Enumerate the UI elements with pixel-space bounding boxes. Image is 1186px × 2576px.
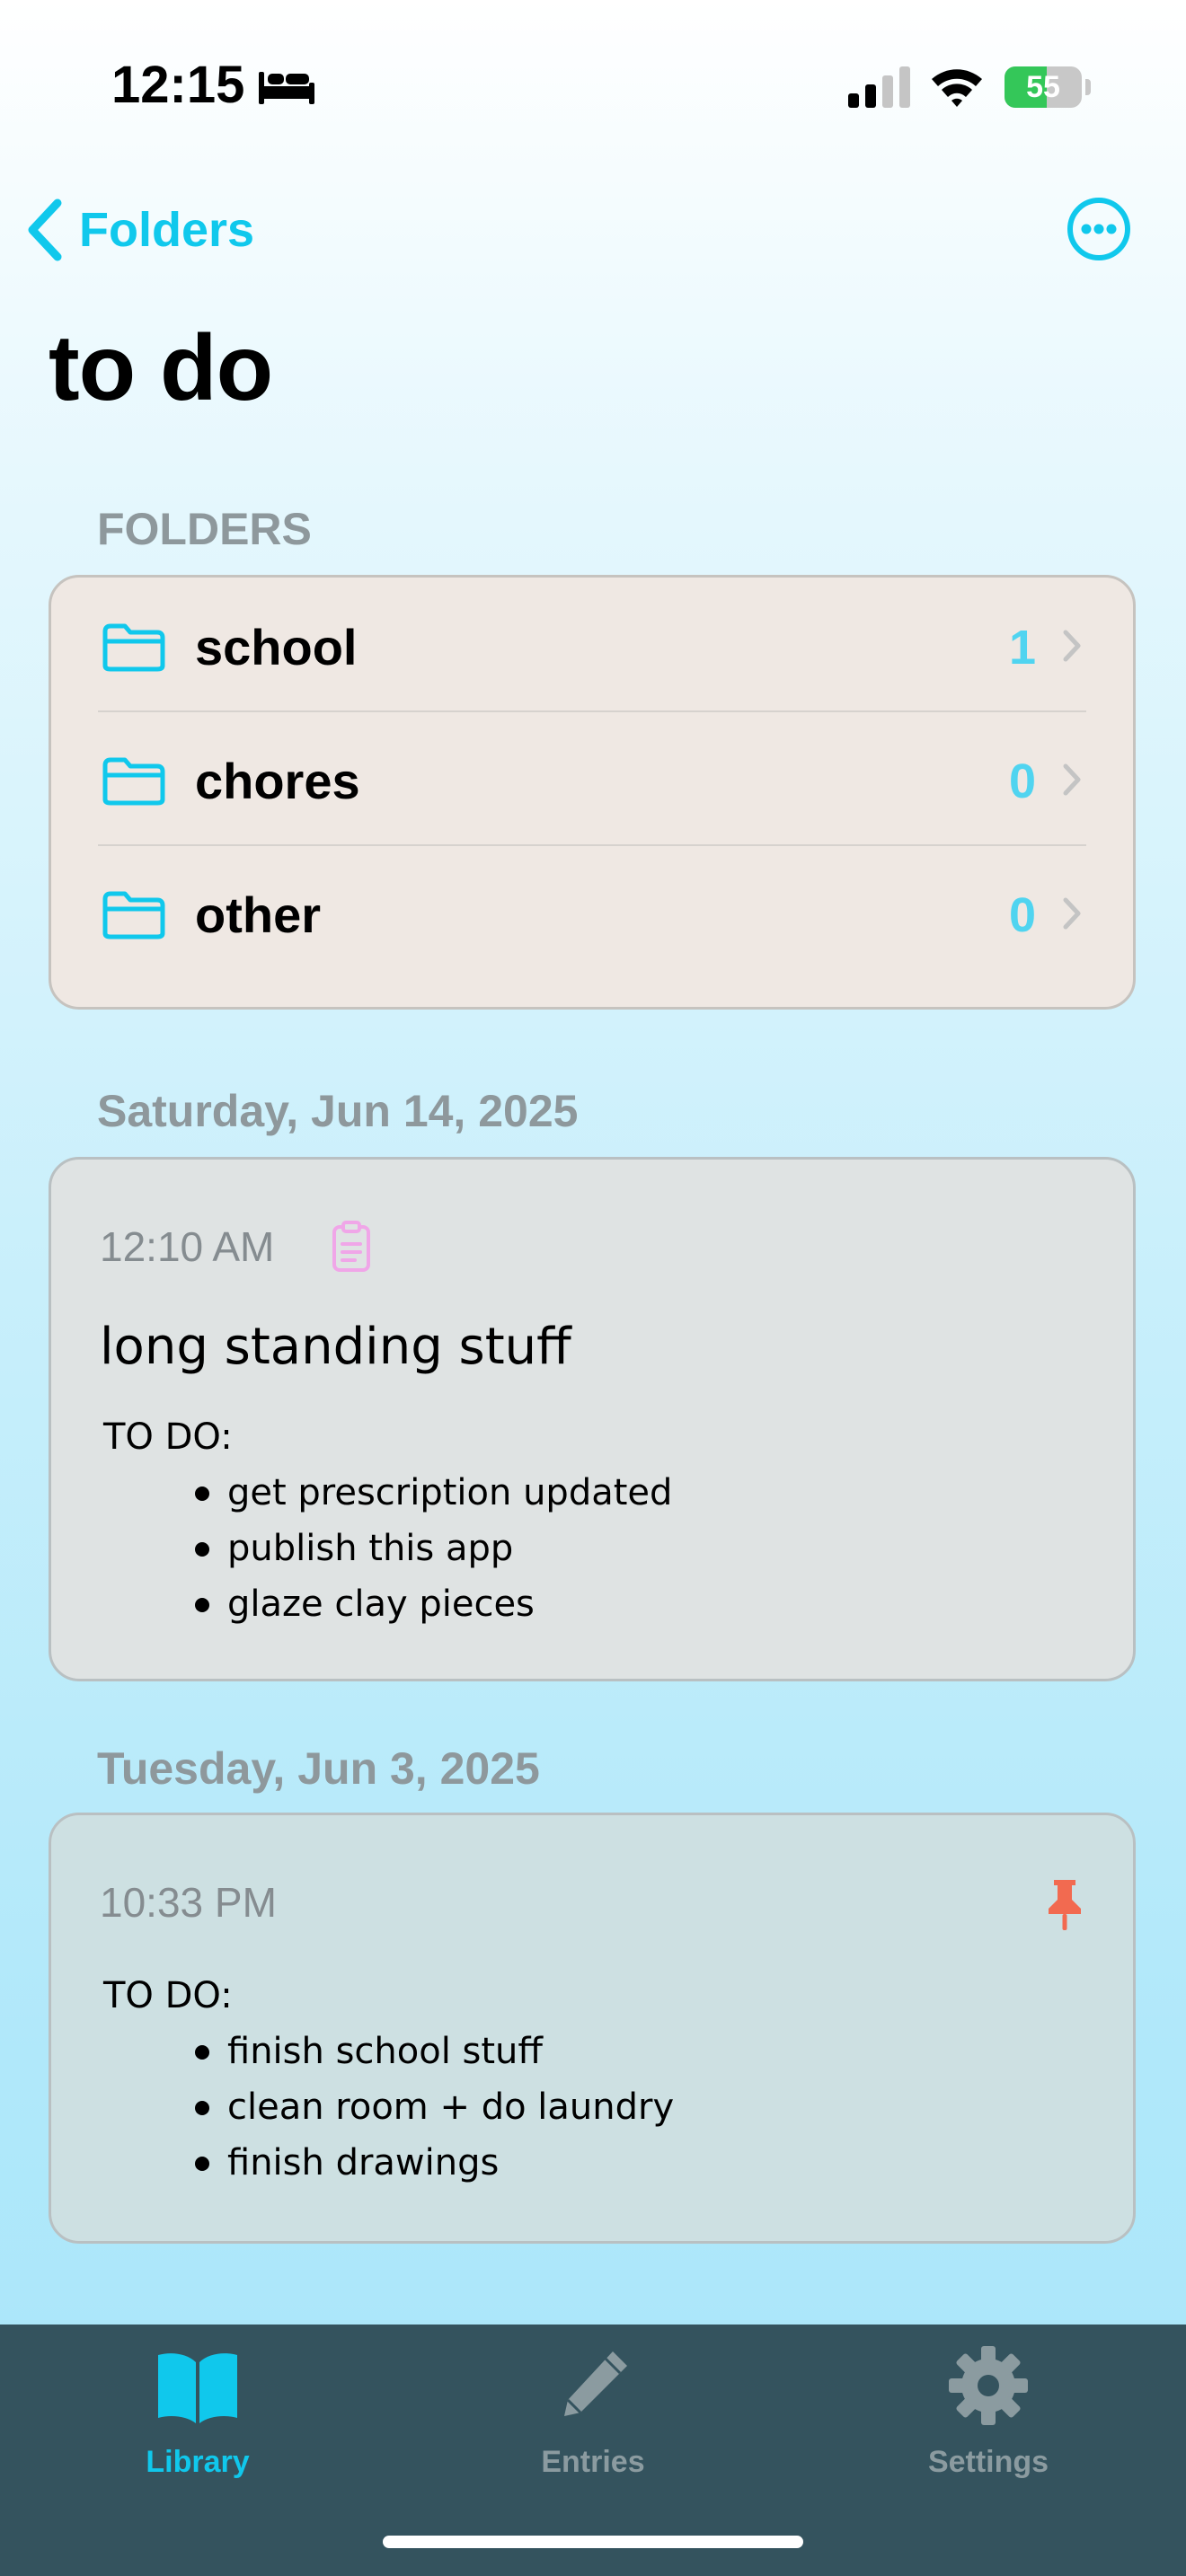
folder-count: 1 xyxy=(1008,621,1036,675)
tab-label: Settings xyxy=(927,2445,1049,2479)
status-time: 12:15 xyxy=(111,56,245,114)
entry-body-heading: TO DO: xyxy=(103,1975,233,2016)
ellipsis-circle-icon[interactable] xyxy=(1066,196,1132,262)
chevron-right-icon xyxy=(1063,897,1081,930)
pencil-icon xyxy=(564,2351,627,2416)
entry-card[interactable]: 10:33 PM TO DO: finish school stuff clea… xyxy=(49,1813,1136,2244)
entry-date-header: Tuesday, Jun 3, 2025 xyxy=(97,1743,540,1794)
book-icon xyxy=(158,2353,237,2423)
folders-list: school 1 chores 0 other 0 xyxy=(49,575,1136,1010)
chevron-right-icon xyxy=(1063,763,1081,796)
tab-library[interactable]: Library xyxy=(0,2325,395,2522)
tab-label: Entries xyxy=(541,2445,645,2479)
entry-title: long standing stuff xyxy=(100,1318,571,1376)
entry-checklist: get prescription updated publish this ap… xyxy=(103,1465,672,1632)
folder-row-school[interactable]: school 1 xyxy=(51,578,1133,711)
entry-body-heading: TO DO: xyxy=(103,1416,233,1458)
entry-date-header: Saturday, Jun 14, 2025 xyxy=(97,1086,579,1136)
pin-icon xyxy=(1049,1880,1081,1930)
folder-icon xyxy=(102,891,165,940)
page-title: to do xyxy=(49,316,273,420)
list-item: publish this app xyxy=(194,1521,672,1576)
tab-entries[interactable]: Entries xyxy=(395,2325,791,2522)
entry-time: 10:33 PM xyxy=(100,1879,277,1926)
list-item: finish school stuff xyxy=(194,2024,674,2079)
tab-label: Library xyxy=(146,2445,250,2479)
folders-section-header: FOLDERS xyxy=(97,504,312,554)
battery-percent: 55 xyxy=(1026,70,1060,104)
list-item: get prescription updated xyxy=(194,1465,672,1521)
entry-checklist: finish school stuff clean room + do laun… xyxy=(103,2024,674,2191)
entry-time: 12:10 AM xyxy=(100,1223,275,1270)
back-button[interactable]: Folders xyxy=(23,194,254,266)
entry-body: TO DO: get prescription updated publish … xyxy=(103,1409,672,1632)
folder-icon xyxy=(102,623,165,672)
folder-name: chores xyxy=(195,753,360,809)
folder-name: school xyxy=(195,619,358,675)
folder-count: 0 xyxy=(1008,888,1036,942)
cellular-signal-icon xyxy=(848,66,910,108)
wifi-icon xyxy=(932,69,982,107)
gear-icon xyxy=(949,2346,1028,2425)
list-item: glaze clay pieces xyxy=(194,1576,672,1632)
entry-card[interactable]: 12:10 AM long standing stuff TO DO: get … xyxy=(49,1157,1136,1681)
entry-body: TO DO: finish school stuff clean room + … xyxy=(103,1968,674,2191)
tab-settings[interactable]: Settings xyxy=(791,2325,1186,2522)
home-indicator xyxy=(383,2536,803,2548)
folder-icon xyxy=(102,757,165,806)
folder-name: other xyxy=(195,887,321,943)
list-item: finish drawings xyxy=(194,2135,674,2191)
folder-row-other[interactable]: other 0 xyxy=(51,845,1133,979)
bed-icon xyxy=(259,72,314,104)
battery-indicator: 55 xyxy=(1005,66,1091,108)
clipboard-icon xyxy=(332,1221,370,1272)
back-button-label: Folders xyxy=(79,203,255,257)
folder-count: 0 xyxy=(1008,754,1036,808)
list-item: clean room + do laundry xyxy=(194,2079,674,2135)
chevron-right-icon xyxy=(1063,630,1081,662)
chevron-left-icon xyxy=(28,198,62,261)
folder-row-chores[interactable]: chores 0 xyxy=(51,711,1133,845)
